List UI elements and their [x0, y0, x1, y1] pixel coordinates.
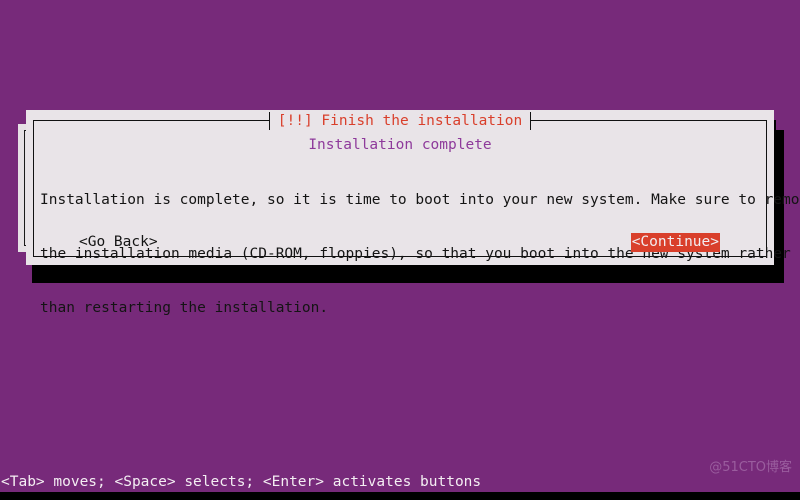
dialog-body: Installation complete Installation is co…: [34, 136, 800, 316]
message-line-3: than restarting the installation.: [40, 300, 329, 316]
message-line-1: Installation is complete, so it is time …: [40, 192, 800, 208]
go-back-button[interactable]: <Go Back>: [78, 233, 159, 252]
installation-complete-heading: Installation complete: [308, 137, 492, 153]
dialog-button-row: <Go Back> <Continue>: [34, 233, 766, 253]
dialog-title-bar: [!!] Finish the installation: [33, 112, 767, 130]
keyboard-help-text: <Tab> moves; <Space> selects; <Enter> ac…: [1, 474, 482, 490]
dialog-title: [!!] Finish the installation: [268, 112, 532, 130]
dialog-message: Installation is complete, so it is time …: [34, 155, 800, 353]
finish-installation-dialog: [!!] Finish the installation Installatio…: [26, 110, 800, 316]
installer-screen: [!!] Finish the installation Installatio…: [0, 0, 800, 500]
screen-bottom-strip: [0, 492, 800, 500]
continue-button[interactable]: <Continue>: [630, 233, 720, 252]
